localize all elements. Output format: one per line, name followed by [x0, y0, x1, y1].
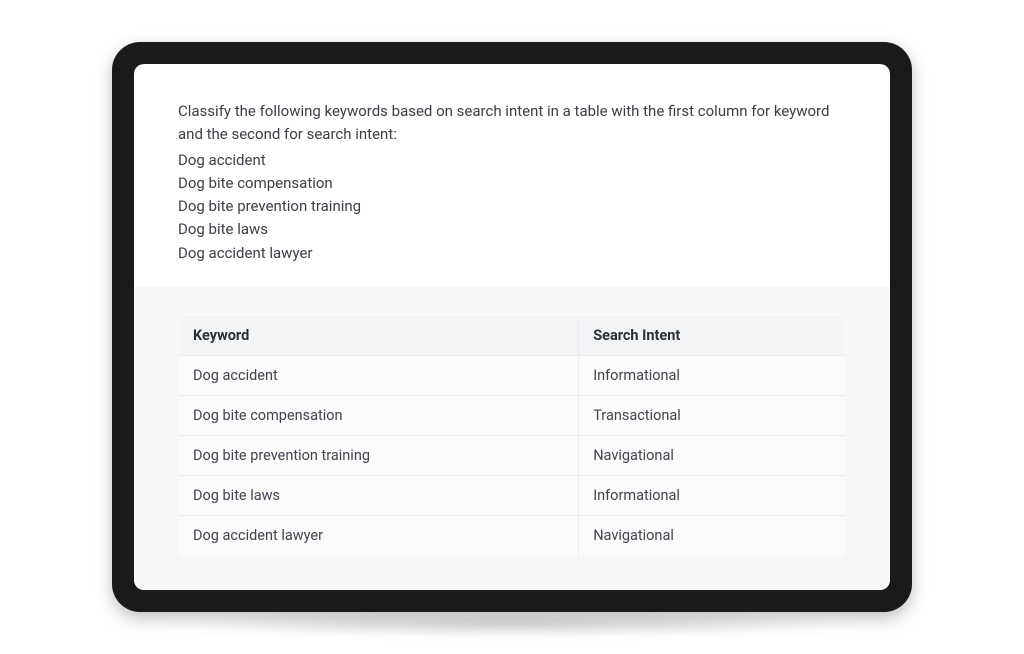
cell-intent: Informational: [579, 355, 846, 395]
cell-keyword: Dog bite laws: [179, 475, 579, 515]
tablet-screen: Classify the following keywords based on…: [134, 64, 890, 590]
prompt-keyword-item: Dog accident: [178, 149, 846, 172]
prompt-instruction: Classify the following keywords based on…: [178, 100, 846, 147]
prompt-keyword-item: Dog bite laws: [178, 218, 846, 241]
tablet-device-frame: Classify the following keywords based on…: [112, 42, 912, 612]
prompt-keyword-item: Dog bite prevention training: [178, 195, 846, 218]
cell-keyword: Dog accident lawyer: [179, 515, 579, 555]
user-prompt-section: Classify the following keywords based on…: [134, 64, 890, 287]
table-row: Dog accident Informational: [179, 355, 846, 395]
table-header-keyword: Keyword: [179, 315, 579, 355]
cell-keyword: Dog bite prevention training: [179, 435, 579, 475]
prompt-keyword-item: Dog accident lawyer: [178, 242, 846, 265]
cell-intent: Navigational: [579, 435, 846, 475]
prompt-keyword-item: Dog bite compensation: [178, 172, 846, 195]
cell-intent: Transactional: [579, 395, 846, 435]
cell-keyword: Dog bite compensation: [179, 395, 579, 435]
cell-keyword: Dog accident: [179, 355, 579, 395]
search-intent-table: Keyword Search Intent Dog accident Infor…: [178, 315, 846, 556]
table-row: Dog bite laws Informational: [179, 475, 846, 515]
cell-intent: Informational: [579, 475, 846, 515]
cell-intent: Navigational: [579, 515, 846, 555]
assistant-response-section: Keyword Search Intent Dog accident Infor…: [134, 287, 890, 590]
table-row: Dog accident lawyer Navigational: [179, 515, 846, 555]
table-row: Dog bite prevention training Navigationa…: [179, 435, 846, 475]
table-header-intent: Search Intent: [579, 315, 846, 355]
table-row: Dog bite compensation Transactional: [179, 395, 846, 435]
table-header-row: Keyword Search Intent: [179, 315, 846, 355]
